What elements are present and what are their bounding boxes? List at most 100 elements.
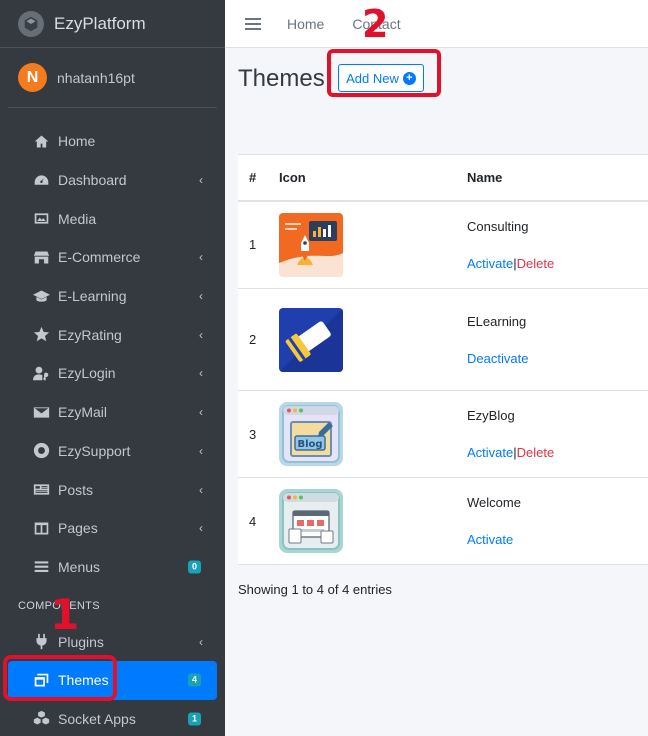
sidebar-item-label: Media xyxy=(58,210,97,227)
row-actions: Activate|Delete xyxy=(467,256,554,271)
image-icon xyxy=(30,210,52,227)
chevron-left-icon: ‹ xyxy=(199,443,203,458)
newspaper-icon xyxy=(30,481,52,498)
row-number: 1 xyxy=(238,200,279,289)
table-info: Showing 1 to 4 of 4 entries xyxy=(238,582,392,597)
table-row: 2 ELearning Deactivate xyxy=(238,288,648,391)
chevron-left-icon: ‹ xyxy=(199,405,203,420)
sidebar-item-ezymail[interactable]: EzyMail ‹ xyxy=(8,393,217,432)
envelope-icon xyxy=(30,404,52,421)
sidebar-item-label: Dashboard xyxy=(58,172,127,189)
themes-table: # Icon Name 1 Consulting Activate|Delete… xyxy=(238,154,648,565)
row-number: 2 xyxy=(238,288,279,391)
chevron-left-icon: ‹ xyxy=(199,289,203,304)
sidebar-nav: Home Dashboard ‹ Media E-Commerce ‹ E-Le… xyxy=(0,108,225,736)
chevron-left-icon: ‹ xyxy=(199,634,203,649)
window-icon xyxy=(30,672,52,689)
menus-badge: 0 xyxy=(187,560,201,574)
socket-apps-badge: 1 xyxy=(187,712,201,726)
sidebar-item-label: E-Learning xyxy=(58,288,127,305)
theme-name: EzyBlog xyxy=(467,408,515,423)
sidebar-item-e-learning[interactable]: E-Learning ‹ xyxy=(8,277,217,316)
sidebar: EzyPlatform N nhatanh16pt Home Dashboard… xyxy=(0,0,225,736)
brand[interactable]: EzyPlatform xyxy=(0,0,225,48)
cubes-icon xyxy=(30,710,52,727)
add-new-label: Add New xyxy=(346,70,399,86)
sidebar-item-label: EzyMail xyxy=(58,404,108,421)
table-row: 3 Blog EzyBlog Activate|Delete xyxy=(238,390,648,478)
sidebar-item-socket-apps[interactable]: Socket Apps 1 xyxy=(8,700,217,736)
row-number: 3 xyxy=(238,390,279,478)
welcome-thumbnail-icon xyxy=(279,489,343,553)
sidebar-item-media[interactable]: Media xyxy=(8,199,217,238)
hamburger-menu-icon[interactable] xyxy=(245,17,261,30)
theme-name: Consulting xyxy=(467,218,529,234)
sidebar-item-label: Socket Apps xyxy=(58,710,136,727)
user-key-icon xyxy=(30,365,52,382)
sidebar-item-label: E-Commerce xyxy=(58,249,141,266)
top-link-home[interactable]: Home xyxy=(287,16,324,32)
sidebar-item-label: EzyLogin xyxy=(58,365,116,382)
sidebar-item-ezysupport[interactable]: EzySupport ‹ xyxy=(8,432,217,471)
column-header-name: Name xyxy=(467,154,648,202)
brand-name: EzyPlatform xyxy=(54,13,146,33)
chevron-left-icon: ‹ xyxy=(199,482,203,497)
table-row: 1 Consulting Activate|Delete xyxy=(238,200,648,289)
page-title: Themes xyxy=(238,65,325,92)
sidebar-item-menus[interactable]: Menus 0 xyxy=(8,548,217,587)
themes-table-card: # Icon Name 1 Consulting Activate|Delete… xyxy=(238,154,648,565)
graduation-cap-icon xyxy=(30,288,52,305)
store-icon xyxy=(30,249,52,266)
plus-circle-icon: + xyxy=(402,71,416,85)
main-content: Themes Add New + # Icon Name 1 Consultin… xyxy=(225,48,648,736)
column-header-icon: Icon xyxy=(279,154,467,202)
topbar: Home Contact xyxy=(225,0,648,48)
components-header: COMPONENTS xyxy=(18,600,100,613)
chevron-left-icon: ‹ xyxy=(199,173,203,188)
annotation-number-1: 1 xyxy=(50,590,80,639)
dashboard-icon xyxy=(30,172,52,189)
chevron-left-icon: ‹ xyxy=(199,327,203,342)
sidebar-item-themes[interactable]: Themes 4 xyxy=(8,660,217,700)
chevron-left-icon: ‹ xyxy=(199,521,203,536)
delete-link[interactable]: Delete xyxy=(517,256,555,271)
chevron-left-icon: ‹ xyxy=(199,366,203,381)
table-header-row: # Icon Name xyxy=(238,154,648,202)
sidebar-item-home[interactable]: Home xyxy=(8,122,217,161)
ezyblog-thumbnail-icon: Blog xyxy=(279,402,343,466)
sidebar-item-dashboard[interactable]: Dashboard ‹ xyxy=(8,161,217,200)
sidebar-item-ezyrating[interactable]: EzyRating ‹ xyxy=(8,315,217,354)
star-icon xyxy=(30,326,52,343)
annotation-number-2: 2 xyxy=(362,2,389,46)
sidebar-item-label: Menus xyxy=(58,558,101,575)
sidebar-item-label: Home xyxy=(58,133,96,150)
column-header-number: # xyxy=(238,154,279,202)
activate-link[interactable]: Activate xyxy=(467,256,513,271)
sidebar-item-ezylogin[interactable]: EzyLogin ‹ xyxy=(8,354,217,393)
theme-name: ELearning xyxy=(467,313,527,329)
home-icon xyxy=(30,133,52,150)
add-new-button[interactable]: Add New + xyxy=(338,64,424,92)
elearning-thumbnail-icon xyxy=(279,307,343,372)
chevron-left-icon: ‹ xyxy=(199,250,203,265)
user-panel[interactable]: N nhatanh16pt xyxy=(8,48,217,108)
activate-link[interactable]: Activate xyxy=(467,445,513,460)
row-actions: Activate|Delete xyxy=(467,445,554,460)
sidebar-item-label: EzyRating xyxy=(58,326,122,343)
sidebar-item-label: Posts xyxy=(58,481,94,498)
table-row: 4 Welcome Activate xyxy=(238,477,648,565)
sidebar-item-posts[interactable]: Posts ‹ xyxy=(8,470,217,509)
sidebar-item-pages[interactable]: Pages ‹ xyxy=(8,509,217,548)
sidebar-item-label: Pages xyxy=(58,520,98,537)
user-name: nhatanh16pt xyxy=(57,69,135,86)
deactivate-link[interactable]: Deactivate xyxy=(467,351,528,366)
sidebar-item-plugins[interactable]: Plugins ‹ xyxy=(8,622,217,661)
columns-icon xyxy=(30,520,52,537)
sidebar-item-e-commerce[interactable]: E-Commerce ‹ xyxy=(8,238,217,277)
brand-logo-icon xyxy=(18,10,44,37)
row-actions: Activate xyxy=(467,532,513,547)
life-ring-icon xyxy=(30,442,52,459)
activate-link[interactable]: Activate xyxy=(467,532,513,547)
blog-thumbnail-text: Blog xyxy=(297,439,322,450)
delete-link[interactable]: Delete xyxy=(517,445,555,460)
